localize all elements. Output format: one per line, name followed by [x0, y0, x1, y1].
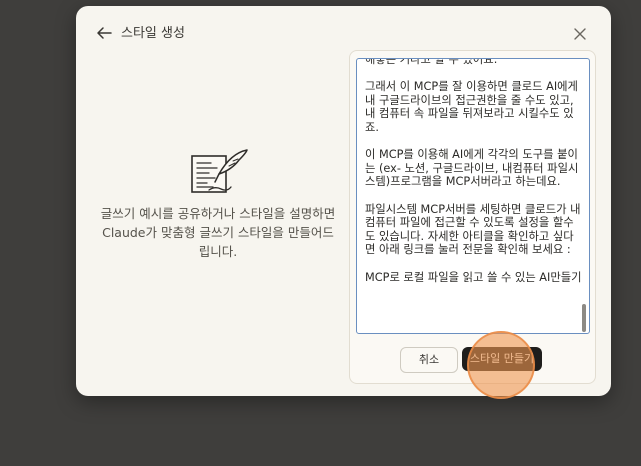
cancel-button[interactable]: 취소	[400, 347, 458, 373]
style-text-input[interactable]: 해놓은 거라고 할 수 있어요. 그래서 이 MCP를 잘 이용하면 클로드 A…	[356, 58, 590, 334]
text-paragraph: MCP로 로컬 파일을 읽고 쓸 수 있는 AI만들기	[365, 270, 582, 284]
text-paragraph: 그래서 이 MCP를 잘 이용하면 클로드 AI에게 내 구글드라이브의 접근권…	[365, 80, 578, 134]
create-style-button[interactable]: 스타일 만들기	[462, 347, 542, 371]
help-text: 글쓰기 예시를 공유하거나 스타일을 설명하면 Claude가 맞춤형 글쓰기 …	[100, 206, 336, 259]
close-icon[interactable]	[570, 24, 590, 44]
document-quill-icon	[191, 149, 248, 193]
text-paragraph: 이 MCP를 이용해 AI에게 각각의 도구를 붙이는 (ex- 노션, 구글드…	[365, 148, 579, 189]
text-paragraph: 파일시스템 MCP서버를 세팅하면 클로드가 내 컴퓨터 파일에 접근할 수 있…	[365, 202, 581, 257]
arrow-left-icon[interactable]	[94, 24, 114, 42]
textarea-scrollbar[interactable]	[582, 304, 586, 332]
dialog-title: 스타일 생성	[121, 26, 185, 41]
create-style-dialog: 스타일 생성 글쓰기 예시를 공유하거나 스타일을 설명하면 Claude가 맞…	[76, 6, 611, 396]
style-input-panel: 해놓은 거라고 할 수 있어요. 그래서 이 MCP를 잘 이용하면 클로드 A…	[349, 50, 596, 384]
text-paragraph: 해놓은 거라고 할 수 있어요.	[365, 58, 498, 66]
